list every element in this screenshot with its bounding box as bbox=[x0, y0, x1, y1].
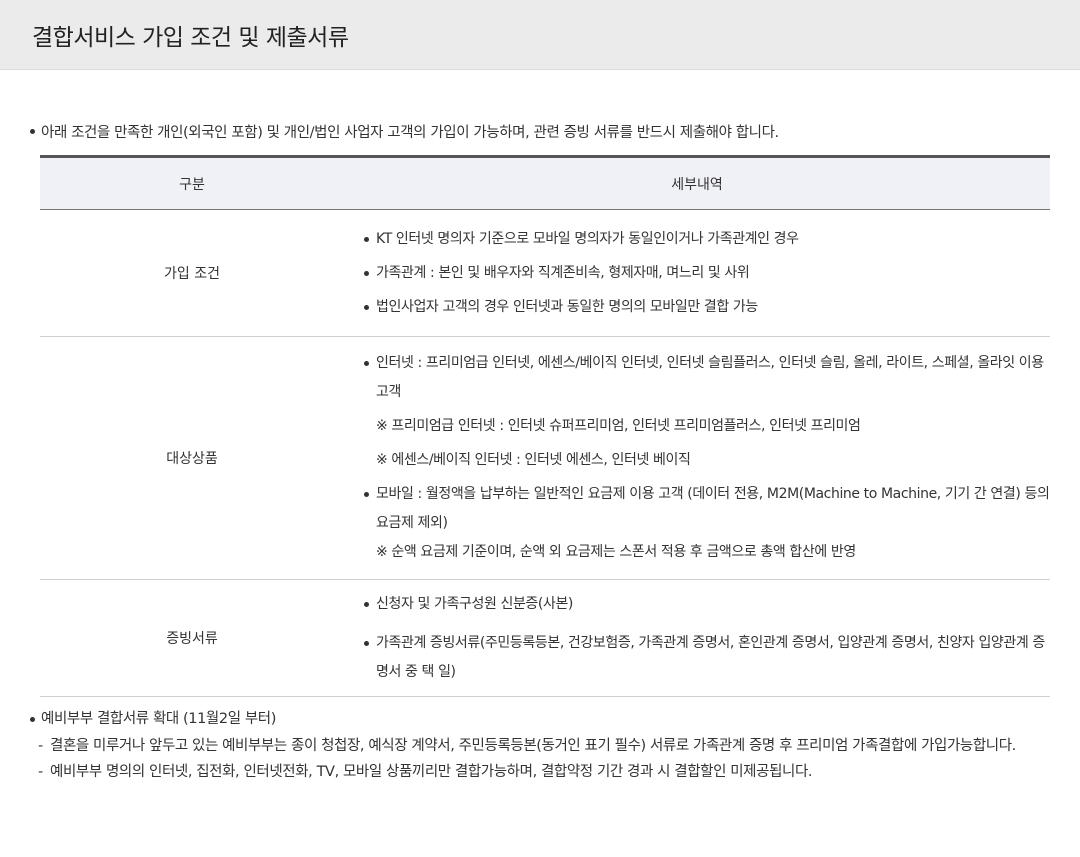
notice-item: 결혼을 미루거나 앞두고 있는 예비부부는 종이 청첩장, 예식장 계약서, 주… bbox=[38, 734, 1060, 758]
bullet-icon bbox=[30, 129, 35, 134]
note-essence: ※ 에센스/베이직 인터넷 : 인터넷 에센스, 인터넷 베이직 bbox=[376, 452, 691, 468]
header-details: 세부내역 bbox=[344, 155, 1050, 210]
table-row-target-products: 대상상품 인터넷 : 프리미엄급 인터넷, 에센스/베이직 인터넷, 인터넷 슬… bbox=[40, 336, 1050, 580]
notice-section: 예비부부 결합서류 확대 (11월2일 부터) 결혼을 미루거나 앞두고 있는 … bbox=[30, 706, 1060, 784]
list-item: 가족관계 : 본인 및 배우자와 직계존비속, 형제자매, 며느리 및 사위 bbox=[362, 259, 1050, 288]
note-net-rate: ※ 순액 요금제 기준이며, 순액 외 요금제는 스폰서 적용 후 금액으로 총… bbox=[376, 544, 856, 560]
list-item-internet: 인터넷 : 프리미엄급 인터넷, 에센스/베이직 인터넷, 인터넷 슬림플러스,… bbox=[362, 349, 1050, 407]
table-header-row: 구분 세부내역 bbox=[40, 155, 1050, 210]
note-premium: ※ 프리미엄급 인터넷 : 인터넷 슈퍼프리미엄, 인터넷 프리미엄플러스, 인… bbox=[376, 418, 861, 434]
page-title: 결합서비스 가입 조건 및 제출서류 bbox=[32, 24, 349, 51]
row-details: 인터넷 : 프리미엄급 인터넷, 에센스/베이직 인터넷, 인터넷 슬림플러스,… bbox=[344, 336, 1050, 580]
table-row-documents: 증빙서류 신청자 및 가족구성원 신분증(사본) 가족관계 증빙서류(주민등록등… bbox=[40, 579, 1050, 697]
bullet-icon bbox=[30, 716, 35, 722]
row-details: KT 인터넷 명의자 기준으로 모바일 명의자가 동일인이거나 가족관계인 경우… bbox=[344, 209, 1050, 337]
intro-text: 아래 조건을 만족한 개인(외국인 포함) 및 개인/법인 사업자 고객의 가입… bbox=[41, 125, 779, 141]
list-item-mobile: 모바일 : 월정액을 납부하는 일반적인 요금제 이용 고객 (데이터 전용, … bbox=[362, 480, 1050, 538]
intro-text-row: 아래 조건을 만족한 개인(외국인 포함) 및 개인/법인 사업자 고객의 가입… bbox=[30, 121, 779, 142]
notice-item: 예비부부 명의의 인터넷, 집전화, 인터넷전화, TV, 모바일 상품끼리만 … bbox=[38, 760, 1060, 784]
row-category: 대상상품 bbox=[40, 336, 344, 580]
list-item: 가족관계 증빙서류(주민등록등본, 건강보험증, 가족관계 증명서, 혼인관계 … bbox=[362, 629, 1050, 687]
table-row-join-conditions: 가입 조건 KT 인터넷 명의자 기준으로 모바일 명의자가 동일인이거나 가족… bbox=[40, 209, 1050, 337]
list-item: 신청자 및 가족구성원 신분증(사본) bbox=[362, 590, 1050, 619]
header-category: 구분 bbox=[40, 155, 344, 210]
row-details: 신청자 및 가족구성원 신분증(사본) 가족관계 증빙서류(주민등록등본, 건강… bbox=[344, 579, 1050, 697]
list-item: KT 인터넷 명의자 기준으로 모바일 명의자가 동일인이거나 가족관계인 경우 bbox=[362, 225, 1050, 254]
conditions-table: 구분 세부내역 가입 조건 KT 인터넷 명의자 기준으로 모바일 명의자가 동… bbox=[40, 155, 1050, 697]
notice-title-row: 예비부부 결합서류 확대 (11월2일 부터) bbox=[30, 706, 1060, 732]
row-category: 증빙서류 bbox=[40, 579, 344, 697]
notice-title: 예비부부 결합서류 확대 (11월2일 부터) bbox=[41, 711, 276, 727]
row-category: 가입 조건 bbox=[40, 209, 344, 337]
list-item: 법인사업자 고객의 경우 인터넷과 동일한 명의의 모바일만 결합 가능 bbox=[362, 293, 1050, 322]
page-header: 결합서비스 가입 조건 및 제출서류 bbox=[0, 0, 1080, 70]
